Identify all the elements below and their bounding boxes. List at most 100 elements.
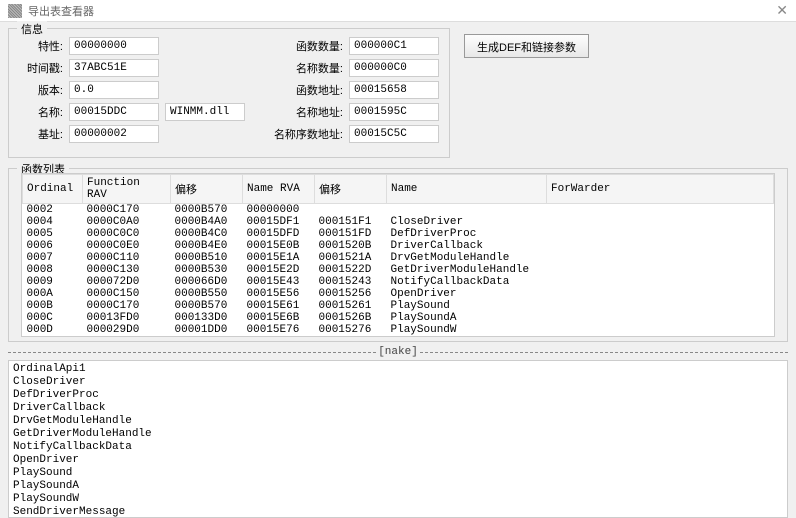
cell-off2: 00015261	[315, 300, 387, 312]
cell-name	[387, 204, 547, 217]
cell-rav: 000072D0	[83, 276, 171, 288]
cell-off2: 000151FD	[315, 228, 387, 240]
cell-ord: 000A	[23, 288, 83, 300]
cell-name: DefDriverProc	[387, 228, 547, 240]
close-icon[interactable]: ✕	[776, 2, 788, 19]
cell-off: 0000B570	[171, 204, 243, 217]
cell-ord: 000D	[23, 324, 83, 336]
table-row[interactable]: 000C00013FD0000133D000015E6B0001526BPlay…	[23, 312, 774, 324]
function-table: Ordinal Function RAV 偏移 Name RVA 偏移 Name…	[22, 174, 774, 337]
cell-nrva: 00015E81	[243, 336, 315, 337]
cell-off2: 0001522D	[315, 264, 387, 276]
info-group: 信息 特性: 00000000 时间戳: 37ABC51E 版本: 0.0 名称…	[8, 28, 450, 158]
field-func-addr[interactable]: 00015658	[349, 81, 439, 99]
cell-ord: 0006	[23, 240, 83, 252]
titlebar: 导出表查看器 ✕	[0, 0, 796, 22]
table-row[interactable]: 00080000C1300000B53000015E2D0001522DGetD…	[23, 264, 774, 276]
gen-def-button[interactable]: 生成DEF和链接参数	[464, 34, 589, 58]
field-name[interactable]: 00015DDC	[69, 103, 159, 121]
cell-rav: 0000C150	[83, 288, 171, 300]
cell-name: OpenDriver	[387, 288, 547, 300]
cell-nrva: 00015E56	[243, 288, 315, 300]
cell-ord: 000C	[23, 312, 83, 324]
names-textarea[interactable]: OrdinalApi1 CloseDriver DefDriverProc Dr…	[8, 360, 788, 518]
table-row[interactable]: 00040000C0A00000B4A000015DF1000151F1Clos…	[23, 216, 774, 228]
cell-rav: 0000C170	[83, 204, 171, 217]
field-version[interactable]: 0.0	[69, 81, 159, 99]
th-name[interactable]: Name	[387, 175, 547, 204]
table-row[interactable]: 00050000C0C00000B4C000015DFD000151FDDefD…	[23, 228, 774, 240]
cell-name: PlaySound	[387, 300, 547, 312]
field-func-count[interactable]: 000000C1	[349, 37, 439, 55]
window-title: 导出表查看器	[28, 3, 776, 19]
cell-nrva: 00015E2D	[243, 264, 315, 276]
cell-fw	[547, 228, 774, 240]
field-base[interactable]: 00000002	[69, 125, 159, 143]
cell-fw	[547, 288, 774, 300]
field-name-count[interactable]: 000000C0	[349, 59, 439, 77]
label-func-count: 函数数量:	[257, 38, 343, 54]
cell-ord: 0002	[23, 204, 83, 217]
field-name-addr[interactable]: 0001595C	[349, 103, 439, 121]
separator-row: [nake]	[8, 346, 788, 358]
table-row[interactable]: 000D000029D000001DD000015E7600015276Play…	[23, 324, 774, 336]
table-row[interactable]: 0009000072D0000066D000015E4300015243Noti…	[23, 276, 774, 288]
cell-name: CloseDriver	[387, 216, 547, 228]
cell-rav: 0000C0A0	[83, 216, 171, 228]
cell-nrva: 00015E0B	[243, 240, 315, 252]
field-time[interactable]: 37ABC51E	[69, 59, 159, 77]
th-off2[interactable]: 偏移	[315, 175, 387, 204]
cell-fw	[547, 240, 774, 252]
table-row[interactable]: 000B0000C1700000B57000015E6100015261Play…	[23, 300, 774, 312]
label-name-ord-addr: 名称序数地址:	[257, 126, 343, 142]
cell-ord: 000E	[23, 336, 83, 337]
table-row[interactable]: 00020000C1700000B57000000000	[23, 204, 774, 217]
cell-rav: 000029D0	[83, 324, 171, 336]
cell-off2: 00015281	[315, 336, 387, 337]
cell-off: 00001DD0	[171, 324, 243, 336]
table-row[interactable]: 00060000C0E00000B4E000015E0B0001520BDriv…	[23, 240, 774, 252]
cell-name: SendDriverMessage	[387, 336, 547, 337]
separator-label: [nake]	[376, 346, 420, 358]
cell-off2: 0001521A	[315, 252, 387, 264]
separator-line-right	[420, 352, 788, 353]
cell-fw	[547, 216, 774, 228]
table-row[interactable]: 000E0000C1800000B58000015E8100015281Send…	[23, 336, 774, 337]
cell-fw	[547, 276, 774, 288]
cell-off2: 00015256	[315, 288, 387, 300]
label-base: 基址:	[19, 126, 63, 142]
cell-off2: 0001526B	[315, 312, 387, 324]
table-header-row: Ordinal Function RAV 偏移 Name RVA 偏移 Name…	[23, 175, 774, 204]
table-row[interactable]: 00070000C1100000B51000015E1A0001521ADrvG…	[23, 252, 774, 264]
cell-off: 0000B580	[171, 336, 243, 337]
cell-rav: 0000C130	[83, 264, 171, 276]
cell-nrva: 00015E6B	[243, 312, 315, 324]
th-fw[interactable]: ForWarder	[547, 175, 774, 204]
cell-off2: 0001520B	[315, 240, 387, 252]
field-chars[interactable]: 00000000	[69, 37, 159, 55]
cell-fw	[547, 204, 774, 217]
th-off[interactable]: 偏移	[171, 175, 243, 204]
cell-name: PlaySoundW	[387, 324, 547, 336]
cell-name: DriverCallback	[387, 240, 547, 252]
cell-nrva: 00015DFD	[243, 228, 315, 240]
cell-name: GetDriverModuleHandle	[387, 264, 547, 276]
cell-ord: 0008	[23, 264, 83, 276]
field-name-dll[interactable]: WINMM.dll	[165, 103, 245, 121]
app-icon	[8, 4, 22, 18]
field-name-ord-addr[interactable]: 00015C5C	[349, 125, 439, 143]
cell-rav: 0000C180	[83, 336, 171, 337]
th-nrva[interactable]: Name RVA	[243, 175, 315, 204]
cell-off: 0000B4E0	[171, 240, 243, 252]
cell-ord: 0009	[23, 276, 83, 288]
th-rav[interactable]: Function RAV	[83, 175, 171, 204]
function-table-wrap[interactable]: Ordinal Function RAV 偏移 Name RVA 偏移 Name…	[21, 173, 775, 337]
cell-name: PlaySoundA	[387, 312, 547, 324]
label-time: 时间戳:	[19, 60, 63, 76]
table-row[interactable]: 000A0000C1500000B55000015E5600015256Open…	[23, 288, 774, 300]
cell-off: 0000B530	[171, 264, 243, 276]
cell-off: 000133D0	[171, 312, 243, 324]
th-ordinal[interactable]: Ordinal	[23, 175, 83, 204]
label-name-count: 名称数量:	[257, 60, 343, 76]
label-name-addr: 名称地址:	[257, 104, 343, 120]
